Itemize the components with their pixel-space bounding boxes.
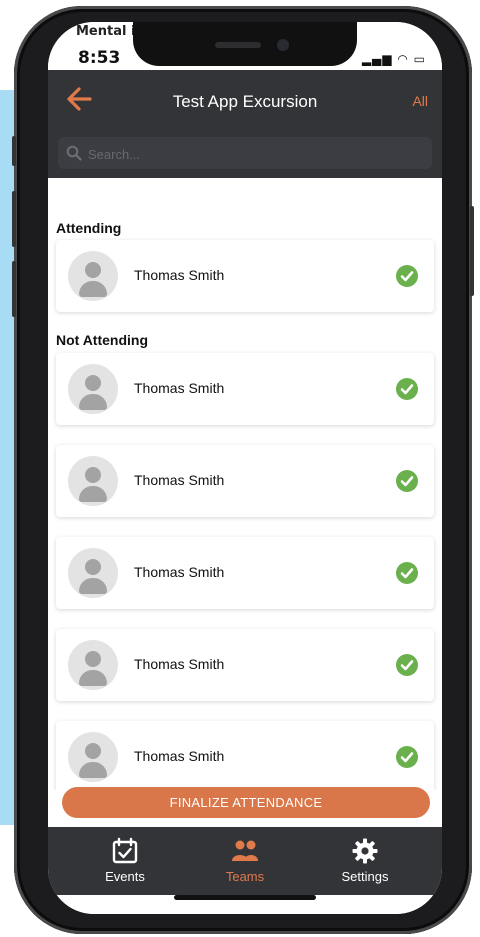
check-circle-icon[interactable] xyxy=(396,746,418,768)
wifi-icon: ◠ xyxy=(397,52,409,66)
avatar xyxy=(68,251,118,301)
finalize-attendance-button[interactable]: FINALIZE ATTENDANCE xyxy=(62,787,430,818)
home-indicator[interactable] xyxy=(174,895,316,900)
avatar xyxy=(68,364,118,414)
avatar xyxy=(68,732,118,782)
member-name: Thomas Smith xyxy=(134,267,225,283)
volume-up-button xyxy=(12,191,16,247)
tab-label-settings: Settings xyxy=(341,869,389,884)
all-button[interactable]: All xyxy=(412,93,428,109)
section-title-attending: Attending xyxy=(56,220,122,236)
member-name: Thomas Smith xyxy=(134,564,225,580)
tab-teams[interactable]: Teams xyxy=(190,827,300,895)
attendance-list: Attending Thomas Smith Not Attending Tho… xyxy=(48,178,442,790)
tab-events[interactable]: Events xyxy=(70,827,180,895)
list-item[interactable]: Thomas Smith xyxy=(56,445,434,517)
member-name: Thomas Smith xyxy=(134,748,225,764)
avatar xyxy=(68,456,118,506)
member-name: Thomas Smith xyxy=(134,472,225,488)
avatar xyxy=(68,640,118,690)
phone-notch xyxy=(133,22,357,66)
check-circle-icon[interactable] xyxy=(396,378,418,400)
front-camera xyxy=(277,39,289,51)
status-time: 8:53 xyxy=(78,48,121,68)
status-icons: ▂▄▆ ◠ ▭ xyxy=(362,52,426,66)
list-item[interactable]: Thomas Smith xyxy=(56,353,434,425)
check-circle-icon[interactable] xyxy=(396,470,418,492)
page-title: Test App Excursion xyxy=(172,92,318,111)
phone-screen: Mental i 8:53 ▂▄▆ ◠ ▭ Test App Excursion… xyxy=(48,22,442,914)
gear-icon xyxy=(352,838,378,864)
search-input[interactable] xyxy=(86,141,420,167)
search-icon xyxy=(66,145,82,161)
status-bar: Mental i 8:53 ▂▄▆ ◠ ▭ xyxy=(48,22,442,72)
check-circle-icon[interactable] xyxy=(396,265,418,287)
carrier-label: Mental i xyxy=(76,24,136,39)
volume-down-button xyxy=(12,261,16,317)
people-icon xyxy=(232,840,258,861)
calendar-check-icon xyxy=(112,837,138,864)
list-item[interactable]: Thomas Smith xyxy=(56,537,434,609)
battery-icon: ▭ xyxy=(413,52,426,66)
speaker-grille xyxy=(215,42,261,48)
mute-switch xyxy=(12,136,16,166)
list-item[interactable]: Thomas Smith xyxy=(56,721,434,790)
member-name: Thomas Smith xyxy=(134,380,225,396)
tab-bar: Events Teams Settings xyxy=(48,827,442,895)
signal-icon: ▂▄▆ xyxy=(361,52,393,66)
tab-label-teams: Teams xyxy=(225,869,265,884)
tab-label-events: Events xyxy=(105,869,145,884)
list-item[interactable]: Thomas Smith xyxy=(56,240,434,312)
member-name: Thomas Smith xyxy=(134,656,225,672)
power-button xyxy=(470,206,474,296)
tab-settings[interactable]: Settings xyxy=(310,827,420,895)
avatar xyxy=(68,548,118,598)
search-bar[interactable] xyxy=(58,137,432,169)
check-circle-icon[interactable] xyxy=(396,654,418,676)
list-item[interactable]: Thomas Smith xyxy=(56,629,434,701)
section-title-not-attending: Not Attending xyxy=(56,332,149,348)
check-circle-icon[interactable] xyxy=(396,562,418,584)
app-header: Test App Excursion All xyxy=(48,70,442,178)
